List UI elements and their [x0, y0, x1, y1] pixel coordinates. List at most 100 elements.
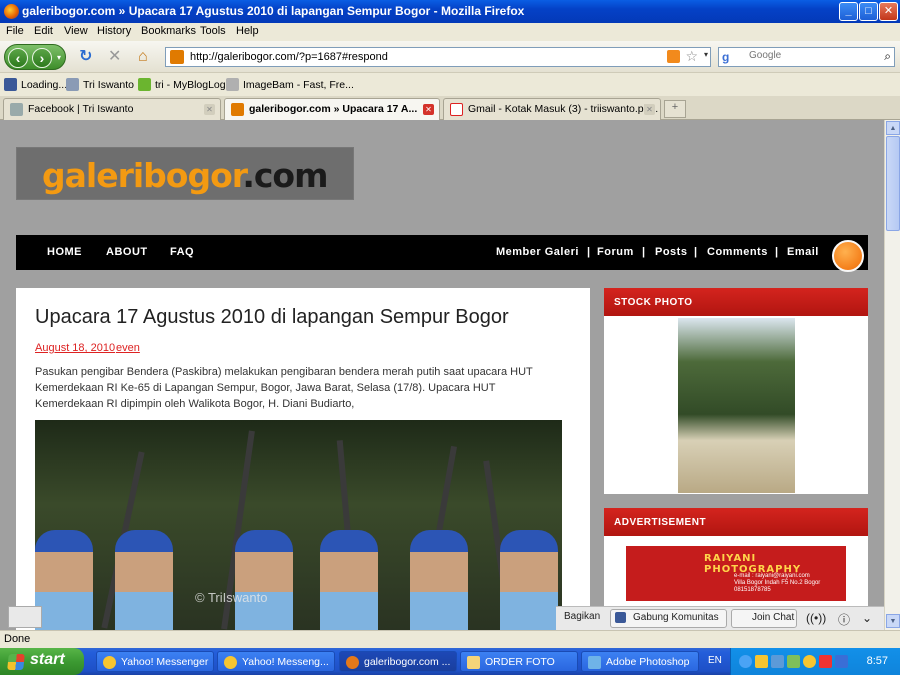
window-title-bar: galeribogor.com » Upacara 17 Agustus 201… — [0, 0, 900, 23]
tab-gmail[interactable]: Gmail - Kotak Masuk (3) - triiswanto.ph.… — [443, 98, 661, 120]
search-icon[interactable]: ⌕ — [884, 49, 891, 64]
scroll-down-icon[interactable]: ▼ — [886, 614, 900, 628]
close-button[interactable]: ✕ — [879, 2, 898, 21]
social-bar-minimize-icon[interactable] — [8, 606, 42, 628]
bookmark-star-icon[interactable]: ☆ — [685, 48, 698, 65]
tray-arrow-icon[interactable] — [739, 655, 752, 668]
vertical-scrollbar[interactable]: ▲ ▼ — [884, 120, 900, 630]
stock-photo-image[interactable] — [678, 318, 795, 493]
tray-messenger-icon[interactable] — [755, 655, 768, 668]
nav-faq[interactable]: FAQ — [170, 246, 194, 258]
start-button[interactable]: start — [0, 648, 84, 675]
scroll-thumb[interactable] — [886, 136, 900, 231]
task-label: ORDER FOTO — [485, 656, 555, 668]
social-toolbar: Bagikan Gabung Komunitas Join Chat ((•))… — [556, 606, 884, 630]
tab-close-icon[interactable]: ✕ — [423, 104, 434, 115]
bookmark-tri-iswanto[interactable]: Tri Iswanto — [66, 78, 134, 91]
maximize-button[interactable]: □ — [859, 2, 878, 21]
share-button[interactable]: Bagikan — [564, 611, 600, 622]
menu-bookmarks[interactable]: Bookmarks — [141, 25, 196, 37]
menu-view[interactable]: View — [64, 25, 88, 37]
bookmark-myBloglog[interactable]: tri - MyBlogLog — [138, 78, 226, 91]
mybloglog-icon — [138, 78, 151, 91]
forward-arrow-icon[interactable]: › — [32, 48, 52, 68]
folder-icon — [467, 656, 480, 669]
search-input[interactable] — [749, 50, 869, 61]
minimize-button[interactable]: _ — [839, 2, 858, 21]
ad-email: e-mail : raiyani@raiyani.com — [734, 573, 810, 579]
post-photo[interactable]: © TriIswanto — [35, 420, 562, 630]
menu-history[interactable]: History — [97, 25, 131, 37]
bookmark-label: ImageBam - Fast, Fre... — [243, 79, 354, 91]
menu-file[interactable]: File — [6, 25, 24, 37]
rss-feed-icon[interactable] — [667, 50, 680, 63]
nav-comments[interactable]: Comments — [707, 246, 768, 258]
join-chat-label: Join Chat — [752, 612, 795, 623]
status-bar: Done — [0, 630, 900, 648]
nav-separator: | — [775, 246, 779, 258]
nav-home[interactable]: HOME — [47, 246, 82, 258]
task-label: Adobe Photoshop — [606, 656, 690, 668]
tab-close-icon[interactable]: ✕ — [644, 104, 655, 115]
task-firefox[interactable]: galeribogor.com ... — [339, 651, 457, 672]
task-photoshop[interactable]: Adobe Photoshop — [581, 651, 699, 672]
bookmark-loading[interactable]: Loading... — [4, 78, 67, 91]
soldier-figure — [410, 530, 468, 630]
nav-separator: | — [694, 246, 698, 258]
nav-email[interactable]: Email — [787, 246, 819, 258]
join-community-label: Gabung Komunitas — [633, 612, 719, 623]
info-icon[interactable]: ⓘ — [838, 611, 850, 628]
gmail-icon — [450, 103, 463, 116]
menu-tools[interactable]: Tools — [200, 25, 226, 37]
broadcast-icon[interactable]: ((•)) — [806, 611, 826, 625]
site-logo[interactable]: galeribogor.com — [16, 147, 354, 200]
url-bar[interactable]: http://galeribogor.com/?p=1687#respond ☆… — [165, 47, 711, 67]
photoshop-icon — [588, 656, 601, 669]
nav-member-galeri[interactable]: Member Galeri — [496, 246, 579, 258]
task-yahoo-messenger-2[interactable]: Yahoo! Messeng... — [217, 651, 335, 672]
tray-network-icon[interactable] — [771, 655, 784, 668]
tab-galeribogor[interactable]: galeribogor.com » Upacara 17 A... ✕ — [224, 98, 440, 121]
google-engine-icon[interactable]: g — [722, 50, 736, 64]
menu-edit[interactable]: Edit — [34, 25, 53, 37]
tray-app-icon[interactable] — [787, 655, 800, 668]
reload-icon[interactable]: ↻ — [79, 48, 92, 66]
stop-icon[interactable]: ✕ — [108, 48, 121, 66]
task-yahoo-messenger[interactable]: Yahoo! Messenger — [96, 651, 214, 672]
advertisement-banner[interactable]: RAIYANI PHOTOGRAPHY e-mail : raiyani@rai… — [626, 546, 846, 601]
site-navigation: HOME ABOUT FAQ Member Galeri | Forum | P… — [16, 235, 868, 270]
collapse-icon[interactable]: ⌄ — [862, 611, 872, 625]
soldier-figure — [320, 530, 378, 630]
tray-antivirus-icon[interactable] — [819, 655, 832, 668]
menu-help[interactable]: Help — [236, 25, 259, 37]
tray-smiley-icon[interactable] — [803, 655, 816, 668]
history-dropdown-icon[interactable]: ▾ — [53, 48, 65, 68]
task-order-foto[interactable]: ORDER FOTO — [460, 651, 578, 672]
nav-about[interactable]: ABOUT — [106, 246, 148, 258]
new-tab-icon[interactable]: + — [664, 100, 686, 118]
bookmark-imagebam[interactable]: ImageBam - Fast, Fre... — [226, 78, 354, 91]
system-tray: 8:57 — [730, 648, 900, 675]
back-arrow-icon[interactable]: ‹ — [8, 48, 28, 68]
tab-facebook[interactable]: Facebook | Tri Iswanto ✕ — [3, 98, 221, 120]
rss-feed-icon[interactable] — [832, 240, 864, 272]
widget-title: ADVERTISEMENT — [604, 508, 868, 536]
home-icon[interactable]: ⌂ — [138, 48, 148, 66]
language-indicator[interactable]: EN — [708, 655, 722, 666]
nav-posts[interactable]: Posts — [655, 246, 687, 258]
url-dropdown-icon[interactable]: ▾ — [704, 50, 708, 59]
bookmark-label: Tri Iswanto — [83, 79, 134, 91]
nav-forum[interactable]: Forum — [597, 246, 634, 258]
facebook-icon — [615, 612, 626, 623]
tab-close-icon[interactable]: ✕ — [204, 104, 215, 115]
post-category-link[interactable]: even — [116, 342, 140, 354]
search-box[interactable]: g ⌕ — [718, 47, 895, 67]
post-body: Pasukan pengibar Bendera (Paskibra) mela… — [35, 366, 533, 410]
join-community-button[interactable]: Gabung Komunitas — [610, 609, 727, 628]
join-chat-button[interactable]: Join Chat — [731, 609, 797, 628]
tray-volume-icon[interactable] — [835, 655, 848, 668]
post-date-link[interactable]: August 18, 2010 — [35, 342, 115, 354]
scroll-up-icon[interactable]: ▲ — [886, 121, 900, 135]
post-title[interactable]: Upacara 17 Agustus 2010 di lapangan Semp… — [35, 306, 509, 329]
bookmarks-toolbar: Loading... Tri Iswanto tri - MyBlogLog I… — [0, 73, 900, 96]
